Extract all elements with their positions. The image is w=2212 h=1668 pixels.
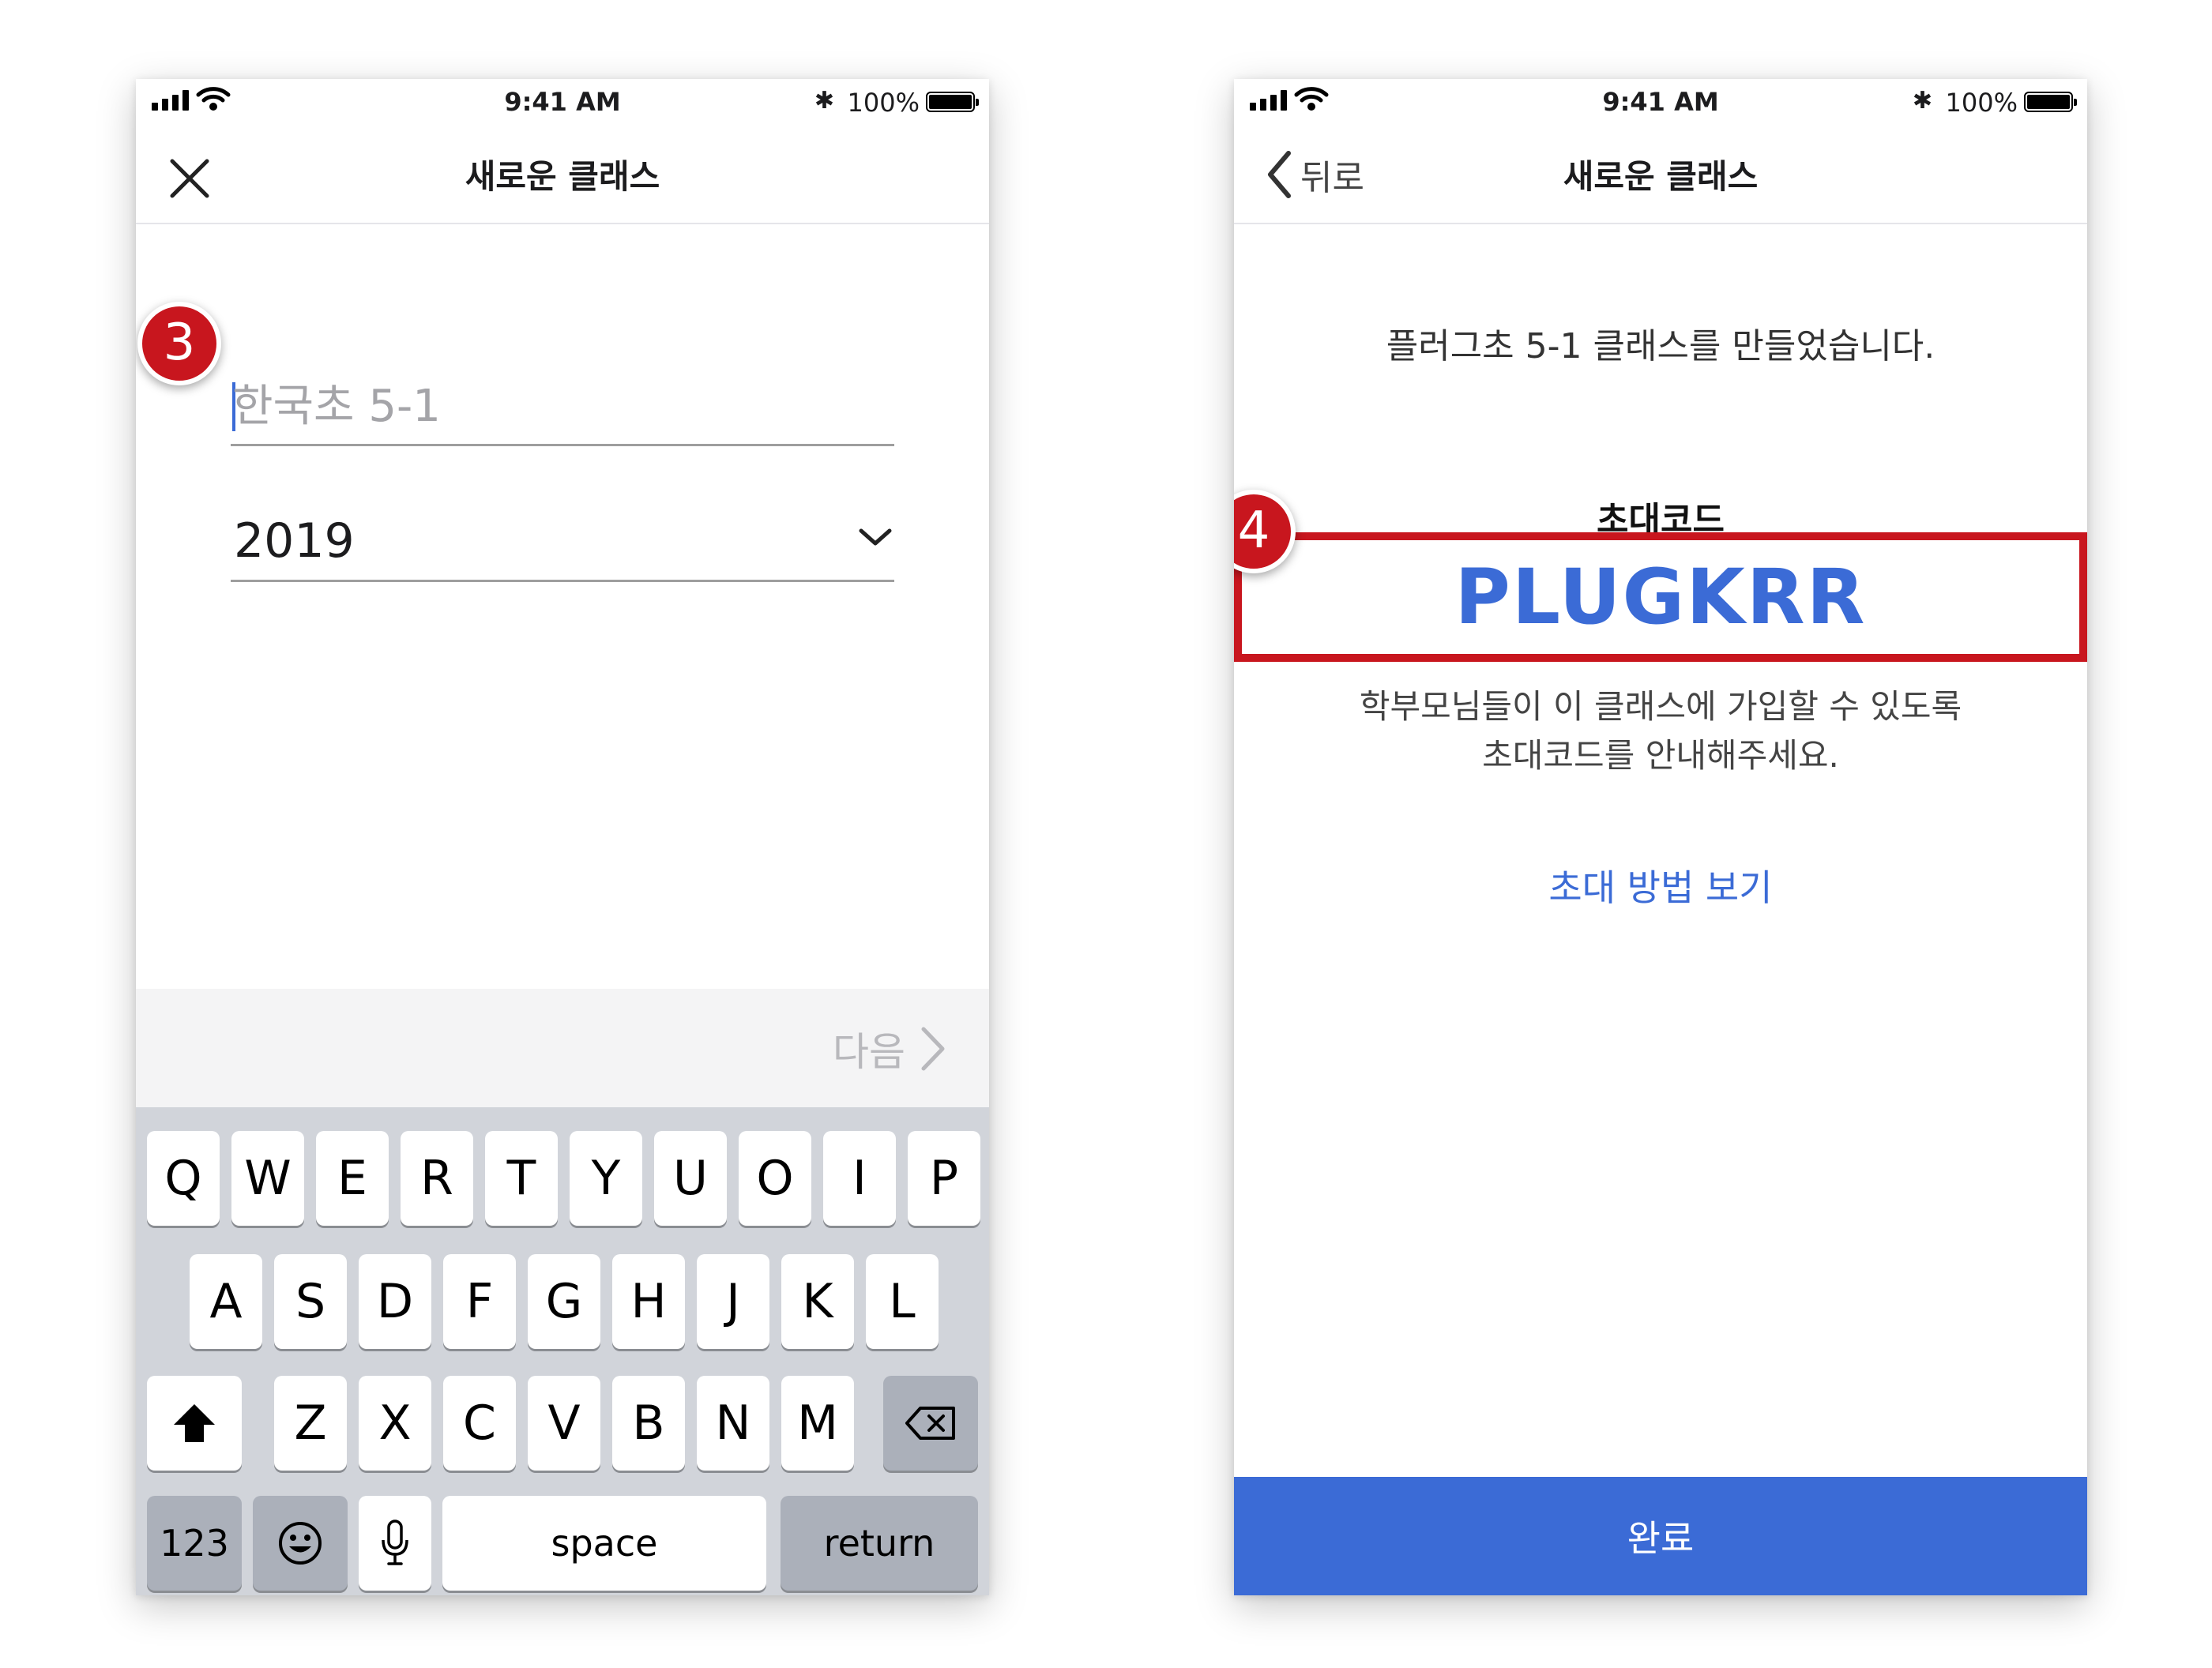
key-z[interactable]: Z: [274, 1376, 347, 1471]
key-k[interactable]: K: [781, 1254, 854, 1349]
navigation-bar: 새로운 클래스: [136, 126, 989, 224]
year-select[interactable]: 2019: [231, 501, 894, 582]
key-i[interactable]: I: [823, 1131, 896, 1226]
delete-key[interactable]: [883, 1376, 978, 1471]
dictation-key[interactable]: [359, 1496, 431, 1591]
invite-guide-line-2: 초대코드를 안내해주세요.: [1482, 736, 1839, 775]
bluetooth-icon: ✱: [1912, 87, 1932, 115]
key-c[interactable]: C: [443, 1376, 516, 1471]
next-label: 다음: [833, 1029, 905, 1075]
key-w[interactable]: W: [231, 1131, 304, 1226]
space-key[interactable]: space: [442, 1496, 766, 1591]
invite-method-link[interactable]: 초대 방법 보기: [1234, 859, 2087, 911]
on-screen-keyboard: Q W E R T Y U O I P A S D F G H J K L Z …: [136, 1107, 989, 1595]
key-o[interactable]: O: [739, 1131, 811, 1226]
class-created-message: 플러그초 5-1 클래스를 만들었습니다.: [1386, 326, 1936, 366]
key-f[interactable]: F: [443, 1254, 516, 1349]
key-e[interactable]: E: [316, 1131, 389, 1226]
key-b[interactable]: B: [612, 1376, 685, 1471]
invite-code-highlight: PLUGKRR: [1234, 532, 2087, 662]
key-h[interactable]: H: [612, 1254, 685, 1349]
key-j[interactable]: J: [697, 1254, 769, 1349]
status-bar: 9:41 AM ✱ 100%: [136, 79, 989, 126]
done-button[interactable]: 완료: [1234, 1477, 2087, 1595]
page-title: 새로운 클래스: [465, 157, 660, 196]
key-t[interactable]: T: [485, 1131, 558, 1226]
page-title: 새로운 클래스: [1563, 157, 1759, 196]
key-a[interactable]: A: [190, 1254, 262, 1349]
phone-screen-new-class-form: 9:41 AM ✱ 100% 새로운 클래스 2019 3 다음: [136, 79, 989, 1595]
shift-icon: [174, 1404, 215, 1442]
return-key[interactable]: return: [781, 1496, 978, 1591]
bluetooth-icon: ✱: [814, 87, 834, 115]
key-r[interactable]: R: [401, 1131, 473, 1226]
key-g[interactable]: G: [528, 1254, 600, 1349]
microphone-icon: [382, 1520, 408, 1565]
key-y[interactable]: Y: [570, 1131, 642, 1226]
battery-percent: 100%: [847, 88, 920, 118]
next-button[interactable]: 다음: [833, 1020, 946, 1077]
key-v[interactable]: V: [528, 1376, 600, 1471]
emoji-key[interactable]: [253, 1496, 348, 1591]
invite-guide-line-1: 학부모님들이 이 클래스에 가입할 수 있도록: [1359, 687, 1962, 726]
invite-code: PLUGKRR: [1454, 553, 1867, 641]
numbers-key[interactable]: 123: [147, 1496, 242, 1591]
key-d[interactable]: D: [359, 1254, 431, 1349]
delete-icon: [905, 1407, 955, 1440]
chevron-right-icon: [921, 1027, 945, 1071]
class-name-input[interactable]: [232, 374, 880, 438]
phone-screen-class-created: 9:41 AM ✱ 100% 뒤로 새로운 클래스 플러그초 5-1 클래스를 …: [1234, 79, 2087, 1595]
step-badge-3: 3: [137, 302, 221, 385]
year-value: 2019: [234, 513, 355, 569]
key-x[interactable]: X: [359, 1376, 431, 1471]
class-name-field[interactable]: [231, 363, 894, 446]
key-n[interactable]: N: [697, 1376, 769, 1471]
key-l[interactable]: L: [866, 1254, 939, 1349]
next-bar: 다음: [136, 989, 989, 1107]
invite-guide-text: 학부모님들이 이 클래스에 가입할 수 있도록 초대코드를 안내해주세요.: [1234, 682, 2087, 780]
key-q[interactable]: Q: [147, 1131, 220, 1226]
battery-icon: [926, 92, 979, 112]
battery-icon: [2024, 92, 2077, 112]
key-p[interactable]: P: [908, 1131, 980, 1226]
shift-key[interactable]: [147, 1376, 242, 1471]
navigation-bar: 뒤로 새로운 클래스: [1234, 126, 2087, 224]
key-u[interactable]: U: [654, 1131, 727, 1226]
key-m[interactable]: M: [781, 1376, 854, 1471]
battery-percent: 100%: [1945, 88, 2018, 118]
emoji-icon: [279, 1522, 322, 1565]
key-s[interactable]: S: [274, 1254, 347, 1349]
status-bar: 9:41 AM ✱ 100%: [1234, 79, 2087, 126]
chevron-down-icon: [859, 528, 892, 546]
